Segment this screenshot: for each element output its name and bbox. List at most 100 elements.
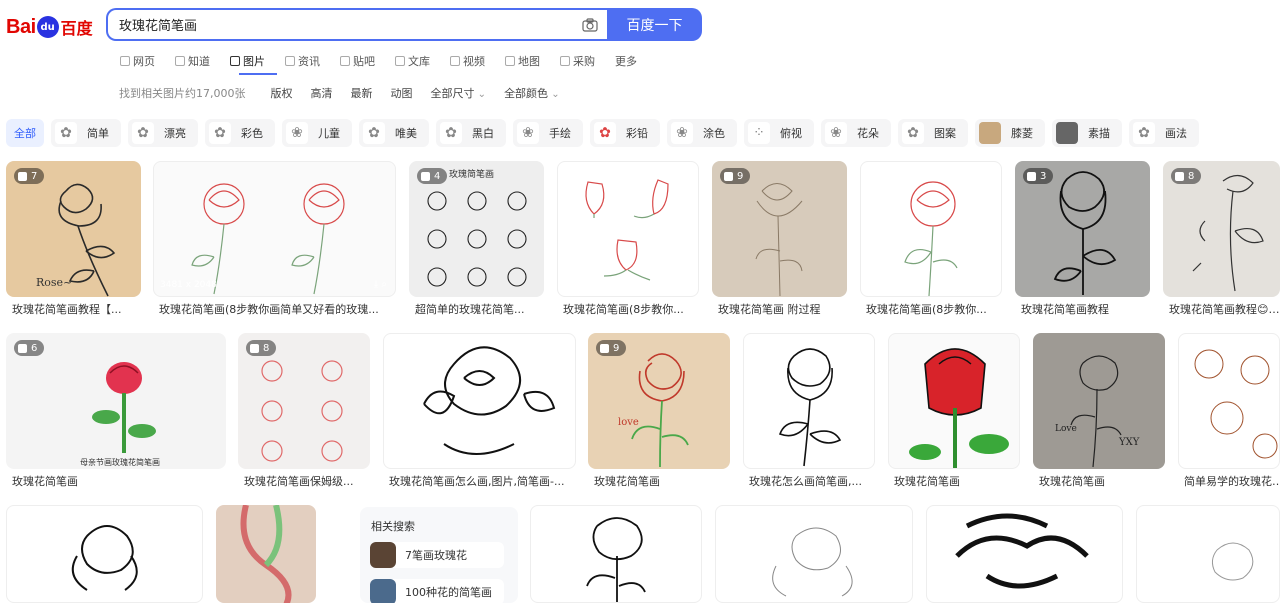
image-result[interactable]: love 9 玫瑰花简笔画 bbox=[588, 333, 730, 493]
image-result[interactable]: 3481 x 2048 ⤓ ⌕ 玫瑰花简笔画(8步教你画简单又好看的玫瑰... bbox=[153, 161, 396, 321]
rose-image bbox=[926, 505, 1123, 603]
chip-flower[interactable]: ❀ 花朵 bbox=[821, 119, 891, 147]
filter-bar: 找到相关图片约17,000张 版权 高清 最新 动图 全部尺寸 全部颜色 bbox=[119, 85, 578, 101]
image-caption[interactable]: 玫瑰花简笔画 bbox=[894, 473, 1022, 489]
tab-images[interactable]: 图片 bbox=[230, 52, 265, 70]
rose-thumbnail-icon: ✿ bbox=[55, 122, 77, 144]
image-result[interactable] bbox=[530, 505, 702, 603]
image-result[interactable]: 玫瑰花简笔画怎么画,图片,简笔画-... bbox=[383, 333, 576, 493]
image-result[interactable] bbox=[926, 505, 1123, 603]
gallery-icon bbox=[600, 343, 609, 353]
download-icon[interactable]: ⤓ ⌕ bbox=[374, 279, 387, 290]
image-result[interactable]: 母亲节画玫瑰花简笔画 6 玫瑰花简笔画 bbox=[6, 333, 226, 493]
image-caption[interactable]: 玫瑰花简笔画教程 bbox=[1021, 301, 1151, 317]
image-caption[interactable]: 玫瑰花简笔画教程【... bbox=[12, 301, 142, 317]
chip-lingling[interactable]: 膝菱 bbox=[975, 119, 1045, 147]
overlay-text: 母亲节画玫瑰花简笔画 bbox=[80, 457, 160, 467]
image-caption[interactable]: 玫瑰花简笔画保姆级... bbox=[244, 473, 372, 489]
tab-wenku[interactable]: 文库 bbox=[395, 52, 430, 70]
image-result[interactable]: 玫瑰花简笔画 bbox=[888, 333, 1020, 493]
tab-map[interactable]: 地图 bbox=[505, 52, 540, 70]
image-count-badge: 9 bbox=[720, 168, 751, 184]
image-result[interactable] bbox=[715, 505, 913, 603]
chip-sketch[interactable]: 素描 bbox=[1052, 119, 1122, 147]
chip-colored-pencil[interactable]: ✿ 彩铅 bbox=[590, 119, 660, 147]
gallery-icon bbox=[1175, 171, 1184, 181]
image-caption[interactable]: 超简单的玫瑰花简笔... bbox=[415, 301, 545, 317]
image-result[interactable]: 玫瑰花怎么画简笔画,... bbox=[743, 333, 875, 493]
chip-coloring[interactable]: ❀ 涂色 bbox=[667, 119, 737, 147]
rose-image bbox=[1178, 333, 1280, 469]
search-input[interactable]: 玫瑰花简笔画 bbox=[106, 8, 607, 41]
image-caption[interactable]: 简单易学的玫瑰花简笔 bbox=[1184, 473, 1280, 489]
search-query-text: 玫瑰花简笔画 bbox=[119, 19, 198, 34]
baidu-logo[interactable]: Bai du 百度 bbox=[6, 12, 93, 42]
image-caption[interactable]: 玫瑰花简笔画 bbox=[594, 473, 730, 489]
search-button[interactable]: 百度一下 bbox=[607, 8, 702, 41]
rose-thumbnail-icon: ❀ bbox=[671, 122, 693, 144]
tab-video[interactable]: 视频 bbox=[450, 52, 485, 70]
camera-icon[interactable] bbox=[573, 10, 607, 39]
image-result[interactable]: 简单易学的玫瑰花简笔 bbox=[1178, 333, 1280, 493]
image-result[interactable]: 8 玫瑰花简笔画保姆级... bbox=[238, 333, 370, 493]
image-result[interactable]: 9 玫瑰花简笔画 附过程 bbox=[712, 161, 847, 321]
image-caption[interactable]: 玫瑰花简笔画 bbox=[1039, 473, 1167, 489]
chip-pattern[interactable]: ✿ 图案 bbox=[898, 119, 968, 147]
chip-all[interactable]: 全部 bbox=[6, 119, 44, 147]
tab-more[interactable]: 更多 bbox=[615, 52, 637, 70]
image-count-badge: 8 bbox=[1171, 168, 1202, 184]
rose-thumbnail-icon: ❀ bbox=[825, 122, 847, 144]
purchase-icon bbox=[560, 56, 570, 66]
image-caption[interactable]: 玫瑰花简笔画 bbox=[12, 473, 226, 489]
news-icon bbox=[285, 56, 295, 66]
rose-thumbnail-icon bbox=[1056, 122, 1078, 144]
chip-handdrawn[interactable]: ❀ 手绘 bbox=[513, 119, 583, 147]
image-count-badge: 7 bbox=[14, 168, 45, 184]
rose-thumbnail-icon: ✿ bbox=[440, 122, 462, 144]
tab-tieba[interactable]: 贴吧 bbox=[340, 52, 375, 70]
chip-bw[interactable]: ✿ 黑白 bbox=[436, 119, 506, 147]
tab-purchase[interactable]: 采购 bbox=[560, 52, 595, 70]
filter-hd[interactable]: 高清 bbox=[311, 85, 333, 101]
image-result[interactable]: 玫瑰花简笔画(8步教你... bbox=[860, 161, 1002, 321]
active-tab-indicator bbox=[239, 73, 277, 75]
filter-animated[interactable]: 动图 bbox=[391, 85, 413, 101]
image-result[interactable] bbox=[1136, 505, 1280, 603]
image-result[interactable] bbox=[6, 505, 203, 603]
rose-image bbox=[860, 161, 1002, 297]
chip-pretty[interactable]: ✿ 漂亮 bbox=[128, 119, 198, 147]
tab-news[interactable]: 资讯 bbox=[285, 52, 320, 70]
filter-color-dropdown[interactable]: 全部颜色 bbox=[504, 85, 560, 101]
image-caption[interactable]: 玫瑰花简笔画怎么画,图片,简笔画-... bbox=[389, 473, 576, 489]
tab-web[interactable]: 网页 bbox=[120, 52, 155, 70]
image-result[interactable] bbox=[216, 505, 316, 603]
related-search-item[interactable]: 7笔画玫瑰花 bbox=[370, 542, 504, 568]
filter-copyright[interactable]: 版权 bbox=[271, 85, 293, 101]
filter-latest[interactable]: 最新 bbox=[351, 85, 373, 101]
image-result[interactable]: 玫瑰简笔画 4 超简单的玫瑰花简笔... bbox=[409, 161, 544, 321]
rose-thumbnail-icon: ✿ bbox=[132, 122, 154, 144]
image-count-badge: 4 bbox=[417, 168, 448, 184]
chip-color[interactable]: ✿ 彩色 bbox=[205, 119, 275, 147]
chip-simple[interactable]: ✿ 简单 bbox=[51, 119, 121, 147]
image-result[interactable]: 3 玫瑰花简笔画教程 bbox=[1015, 161, 1150, 321]
image-caption[interactable]: 玫瑰花简笔画(8步教你画简单又好看的玫瑰... bbox=[159, 301, 389, 317]
chip-beautiful[interactable]: ✿ 唯美 bbox=[359, 119, 429, 147]
tab-zhidao[interactable]: 知道 bbox=[175, 52, 210, 70]
image-result[interactable]: 8 玫瑰花简笔画教程😊 ... bbox=[1163, 161, 1280, 321]
svg-text:Rose~: Rose~ bbox=[36, 276, 72, 289]
map-icon bbox=[505, 56, 515, 66]
chip-topview[interactable]: ⁘ 俯视 bbox=[744, 119, 814, 147]
image-caption[interactable]: 玫瑰花简笔画(8步教你... bbox=[563, 301, 699, 317]
image-caption[interactable]: 玫瑰花简笔画教程😊 ... bbox=[1169, 301, 1280, 317]
image-caption[interactable]: 玫瑰花简笔画 附过程 bbox=[718, 301, 848, 317]
chip-kids[interactable]: ❀ 儿童 bbox=[282, 119, 352, 147]
image-result[interactable]: Rose~ 7 玫瑰花简笔画教程【... bbox=[6, 161, 141, 321]
image-result[interactable]: Love YXY 玫瑰花简笔画 bbox=[1033, 333, 1165, 493]
related-search-item[interactable]: 100种花的简笔画 bbox=[370, 579, 504, 603]
filter-size-dropdown[interactable]: 全部尺寸 bbox=[431, 85, 487, 101]
image-result[interactable]: 玫瑰花简笔画(8步教你... bbox=[557, 161, 699, 321]
image-caption[interactable]: 玫瑰花怎么画简笔画,... bbox=[749, 473, 877, 489]
image-caption[interactable]: 玫瑰花简笔画(8步教你... bbox=[866, 301, 1002, 317]
chip-method[interactable]: ✿ 画法 bbox=[1129, 119, 1199, 147]
